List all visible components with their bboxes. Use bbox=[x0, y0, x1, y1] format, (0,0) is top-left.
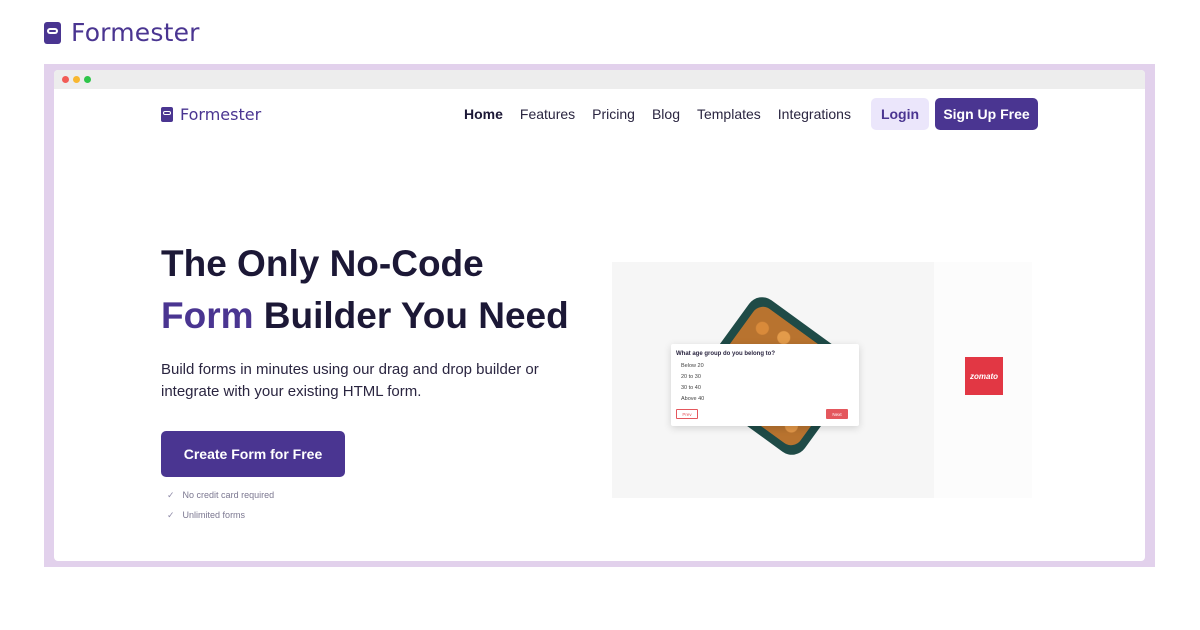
check-item: ✓ No credit card required bbox=[167, 490, 274, 501]
hero-subtitle: Build forms in minutes using our drag an… bbox=[161, 361, 539, 400]
nav-home[interactable]: Home bbox=[464, 106, 503, 122]
preview-form-card: What age group do you belong to? Below 2… bbox=[671, 344, 859, 426]
form-option[interactable]: 30 to 40 bbox=[681, 385, 701, 391]
zomato-logo-text: zomato bbox=[970, 371, 998, 381]
browser-frame: Formester Home Features Pricing Blog Tem… bbox=[44, 64, 1155, 567]
create-form-button[interactable]: Create Form for Free bbox=[161, 431, 345, 477]
nav-features[interactable]: Features bbox=[520, 106, 575, 122]
minimize-dot-icon[interactable] bbox=[73, 76, 80, 83]
site-logo[interactable]: Formester bbox=[161, 105, 261, 124]
formester-logo-icon bbox=[161, 107, 173, 122]
nav-templates[interactable]: Templates bbox=[697, 106, 761, 122]
hero-title-accent: Form bbox=[161, 295, 254, 336]
main-nav: Home Features Pricing Blog Templates Int… bbox=[464, 106, 851, 122]
check-label: No credit card required bbox=[182, 490, 275, 500]
browser-window: Formester Home Features Pricing Blog Tem… bbox=[54, 70, 1145, 561]
nav-pricing[interactable]: Pricing bbox=[592, 106, 635, 122]
hero-title-line2: Builder You Need bbox=[253, 295, 569, 336]
nav-blog[interactable]: Blog bbox=[652, 106, 680, 122]
form-option[interactable]: Above 40 bbox=[681, 396, 704, 402]
check-icon: ✓ bbox=[167, 490, 175, 500]
form-option[interactable]: Below 20 bbox=[681, 363, 704, 369]
check-item: ✓ Unlimited forms bbox=[167, 510, 245, 521]
brand-name: Formester bbox=[71, 18, 200, 47]
site-brand-name: Formester bbox=[180, 105, 262, 124]
formester-logo-icon bbox=[44, 21, 61, 44]
nav-integrations[interactable]: Integrations bbox=[778, 106, 851, 122]
check-icon: ✓ bbox=[167, 510, 175, 520]
zomato-logo: zomato bbox=[965, 357, 1003, 395]
form-prev-button[interactable]: Prev bbox=[676, 409, 698, 419]
login-button[interactable]: Login bbox=[871, 98, 929, 130]
form-question: What age group do you belong to? bbox=[676, 351, 775, 357]
signup-button[interactable]: Sign Up Free bbox=[935, 98, 1038, 130]
hero-title-line1: The Only No-Code bbox=[161, 243, 484, 284]
close-dot-icon[interactable] bbox=[62, 76, 69, 83]
browser-chrome bbox=[54, 70, 1145, 89]
hero-title: The Only No-Code Form Builder You Need bbox=[161, 238, 569, 342]
form-option[interactable]: 20 to 30 bbox=[681, 374, 701, 380]
top-brand: Formester bbox=[44, 18, 200, 47]
check-label: Unlimited forms bbox=[182, 510, 246, 520]
maximize-dot-icon[interactable] bbox=[84, 76, 91, 83]
form-next-button[interactable]: Next bbox=[826, 409, 848, 419]
